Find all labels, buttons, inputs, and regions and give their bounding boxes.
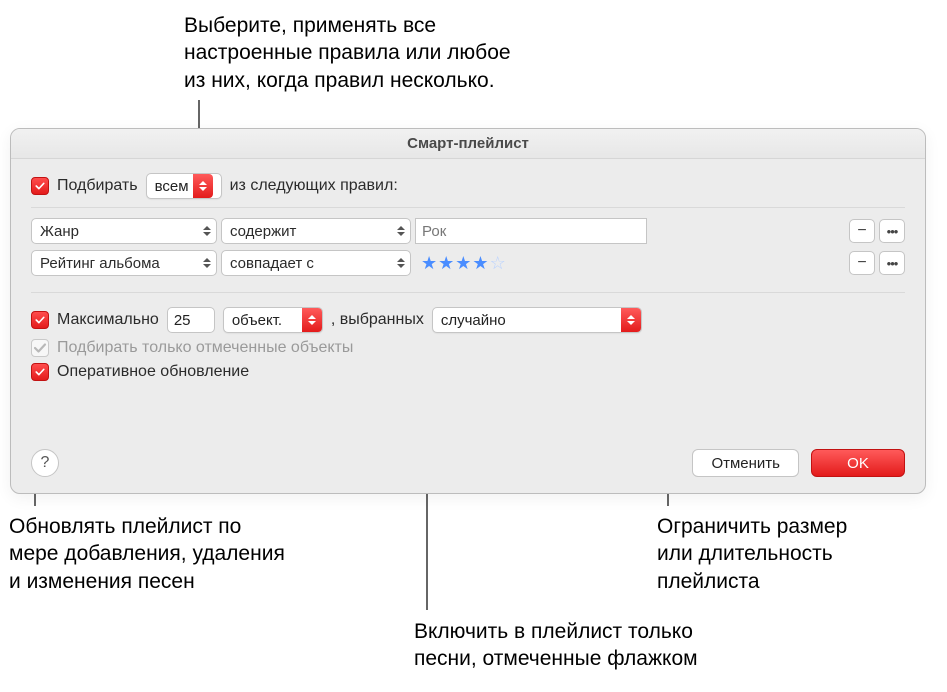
- annotation-live-update: Обновлять плейлист по мере добавления, у…: [9, 513, 285, 595]
- updown-icon: [392, 251, 410, 275]
- live-update-label: Оперативное обновление: [57, 363, 249, 381]
- updown-icon: [621, 308, 641, 332]
- star-empty-icon: ☆: [490, 253, 507, 273]
- rule-op-select[interactable]: содержит: [221, 218, 411, 244]
- updown-icon: [198, 219, 216, 243]
- annotation-only-checked: Включить в плейлист только песни, отмече…: [414, 618, 698, 673]
- only-checked-checkbox: [31, 339, 49, 357]
- limit-selected-label: , выбранных: [331, 311, 424, 329]
- rule-value-input[interactable]: [415, 218, 647, 244]
- only-checked-label: Подбирать только отмеченные объекты: [57, 339, 353, 357]
- star-icon: ★: [421, 253, 438, 273]
- match-mode-value: всем: [155, 178, 193, 195]
- updown-icon: [302, 308, 322, 332]
- rule-field-value: Рейтинг альбома: [40, 255, 160, 272]
- limit-method-value: случайно: [441, 312, 510, 329]
- updown-icon: [198, 251, 216, 275]
- star-icon: ★: [455, 253, 472, 273]
- limit-unit-popup[interactable]: объект.: [223, 307, 323, 333]
- rule-op-value: содержит: [230, 223, 296, 240]
- limit-checkbox[interactable]: [31, 311, 49, 329]
- match-row: Подбирать всем из следующих правил:: [31, 173, 905, 199]
- match-label-before: Подбирать: [57, 177, 138, 195]
- remove-rule-button[interactable]: −: [849, 251, 875, 275]
- window-title: Смарт-плейлист: [11, 129, 925, 159]
- limit-count-input[interactable]: [167, 307, 215, 333]
- live-update-row: Оперативное обновление: [31, 363, 905, 381]
- rule-field-select[interactable]: Рейтинг альбома: [31, 250, 217, 276]
- footer: ? Отменить OK: [31, 449, 905, 477]
- star-icon: ★: [472, 253, 489, 273]
- rule-field-select[interactable]: Жанр: [31, 218, 217, 244]
- rule-op-value: совпадает с: [230, 255, 314, 272]
- annotation-limit: Ограничить размер или длительность плейл…: [657, 513, 847, 595]
- rule-more-button[interactable]: •••: [879, 251, 905, 275]
- live-update-checkbox[interactable]: [31, 363, 49, 381]
- limit-unit-value: объект.: [232, 312, 286, 329]
- match-mode-popup[interactable]: всем: [146, 173, 222, 199]
- updown-icon: [193, 174, 213, 198]
- match-label-after: из следующих правил:: [230, 177, 398, 195]
- rule-row: Рейтинг альбома совпадает с ★★★★☆ − •••: [31, 250, 905, 276]
- only-checked-row: Подбирать только отмеченные объекты: [31, 339, 905, 357]
- limit-label: Максимально: [57, 311, 159, 329]
- updown-icon: [392, 219, 410, 243]
- match-checkbox[interactable]: [31, 177, 49, 195]
- rule-stars-input[interactable]: ★★★★☆: [415, 253, 647, 274]
- smart-playlist-window: Смарт-плейлист Подбирать всем из следующ…: [10, 128, 926, 494]
- annotation-top: Выберите, применять все настроенные прав…: [184, 12, 511, 94]
- limit-row: Максимально объект. , выбранных случайно: [31, 307, 905, 333]
- rule-more-button[interactable]: •••: [879, 219, 905, 243]
- rule-field-value: Жанр: [40, 223, 79, 240]
- cancel-button[interactable]: Отменить: [692, 449, 799, 477]
- limit-method-popup[interactable]: случайно: [432, 307, 642, 333]
- rules-block: Жанр содержит − ••• Рейтинг альбома: [31, 207, 905, 293]
- star-icon: ★: [438, 253, 455, 273]
- rule-row: Жанр содержит − •••: [31, 218, 905, 244]
- ok-button[interactable]: OK: [811, 449, 905, 477]
- help-button[interactable]: ?: [31, 449, 59, 477]
- rule-op-select[interactable]: совпадает с: [221, 250, 411, 276]
- remove-rule-button[interactable]: −: [849, 219, 875, 243]
